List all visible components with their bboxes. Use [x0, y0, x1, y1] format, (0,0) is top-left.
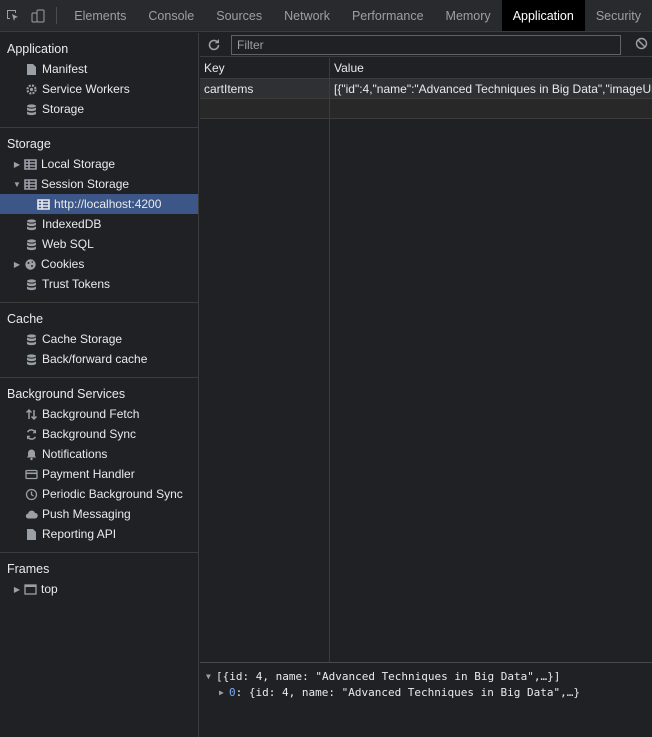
tab-console[interactable]: Console — [137, 0, 205, 31]
expand-arrow-icon[interactable]: ▶ — [11, 260, 23, 269]
section-frames: Frames ▶ top — [0, 553, 198, 607]
preview-entry-value: : {id: 4, name: "Advanced Techniques in … — [235, 685, 580, 699]
section-title: Background Services — [7, 387, 126, 401]
sidebar-item-cookies[interactable]: ▶ Cookies — [0, 254, 198, 274]
sync-icon — [24, 427, 38, 441]
tab-performance[interactable]: Performance — [341, 0, 435, 31]
sidebar-item-service-workers[interactable]: Service Workers — [0, 79, 198, 99]
database-icon — [24, 332, 38, 346]
database-icon — [24, 352, 38, 366]
storage-table: Key Value cartItems [{"id":4,"name":"Adv… — [200, 58, 652, 695]
sidebar-item-reporting-api[interactable]: Reporting API — [0, 524, 198, 544]
value-preview-pane: ▼ [{id: 4, name: "Advanced Techniques in… — [200, 662, 652, 737]
column-divider[interactable] — [329, 58, 330, 695]
filter-input[interactable] — [231, 34, 621, 55]
row-value: [{"id":4,"name":"Advanced Techniques in … — [334, 81, 652, 96]
table-icon — [23, 177, 37, 191]
section-application: Application Manifest Service Workers Sto… — [0, 33, 198, 128]
sidebar-item-payment-handler[interactable]: Payment Handler — [0, 464, 198, 484]
section-background-services: Background Services Background Fetch Bac… — [0, 378, 198, 553]
collapse-arrow-icon[interactable]: ▼ — [206, 672, 216, 681]
expand-arrow-icon[interactable]: ▶ — [11, 585, 23, 594]
sidebar-item-background-sync[interactable]: Background Sync — [0, 424, 198, 444]
tab-elements[interactable]: Elements — [63, 0, 137, 31]
storage-toolbar — [200, 33, 652, 57]
device-toolbar-icon[interactable] — [25, 0, 50, 31]
table-header: Key Value — [200, 58, 652, 79]
tab-sources[interactable]: Sources — [205, 0, 273, 31]
database-icon — [24, 277, 38, 291]
database-icon — [24, 237, 38, 251]
table-row-empty[interactable] — [200, 99, 652, 119]
tab-security[interactable]: Security — [585, 0, 652, 31]
column-header-key[interactable]: Key — [200, 58, 330, 78]
sidebar-item-frame-top[interactable]: ▶ top — [0, 579, 198, 599]
bell-icon — [24, 447, 38, 461]
section-title: Frames — [7, 562, 50, 576]
table-icon — [23, 157, 37, 171]
section-storage: Storage ▶ Local Storage ▼ Session Storag… — [0, 128, 198, 303]
column-header-value[interactable]: Value — [330, 58, 652, 78]
tab-application[interactable]: Application — [501, 0, 585, 31]
refresh-icon[interactable] — [200, 38, 228, 52]
credit-card-icon — [24, 467, 38, 481]
tab-network[interactable]: Network — [273, 0, 341, 31]
up-down-arrows-icon — [24, 407, 38, 421]
sidebar-item-manifest[interactable]: Manifest — [0, 59, 198, 79]
sidebar-item-cache-storage[interactable]: Cache Storage — [0, 329, 198, 349]
devtools-tabbar: Elements Console Sources Network Perform… — [0, 0, 652, 32]
expand-arrow-icon[interactable]: ▶ — [11, 160, 23, 169]
table-icon — [36, 197, 50, 211]
preview-entry[interactable]: ▶ 0 : {id: 4, name: "Advanced Techniques… — [200, 684, 652, 700]
tab-memory[interactable]: Memory — [435, 0, 502, 31]
collapse-arrow-icon[interactable]: ▼ — [11, 180, 23, 189]
empty-cell — [330, 99, 652, 118]
gear-icon — [24, 82, 38, 96]
cloud-icon — [24, 507, 38, 521]
empty-cell — [200, 99, 330, 118]
database-icon — [24, 217, 38, 231]
sidebar-item-bfcache[interactable]: Back/forward cache — [0, 349, 198, 369]
expand-arrow-icon[interactable]: ▶ — [219, 688, 229, 697]
preview-root-text: [{id: 4, name: "Advanced Techniques in B… — [216, 669, 561, 683]
sidebar-item-notifications[interactable]: Notifications — [0, 444, 198, 464]
inspect-element-icon[interactable] — [0, 0, 25, 31]
file-icon — [24, 62, 38, 76]
sidebar-item-push-messaging[interactable]: Push Messaging — [0, 504, 198, 524]
section-title: Storage — [7, 137, 51, 151]
sidebar-item-local-storage[interactable]: ▶ Local Storage — [0, 154, 198, 174]
preview-root[interactable]: ▼ [{id: 4, name: "Advanced Techniques in… — [200, 668, 652, 684]
sidebar-item-session-storage[interactable]: ▼ Session Storage — [0, 174, 198, 194]
sidebar-item-periodic-sync[interactable]: Periodic Background Sync — [0, 484, 198, 504]
table-row[interactable]: cartItems [{"id":4,"name":"Advanced Tech… — [200, 79, 652, 99]
section-cache: Cache Cache Storage Back/forward cache — [0, 303, 198, 378]
storage-viewer: Key Value cartItems [{"id":4,"name":"Adv… — [200, 33, 652, 737]
toolbar-divider — [56, 7, 58, 24]
preview-entry-key: 0 — [229, 685, 236, 699]
sidebar-item-background-fetch[interactable]: Background Fetch — [0, 404, 198, 424]
clear-all-icon[interactable] — [635, 37, 648, 53]
row-key: cartItems — [204, 81, 254, 96]
section-title: Cache — [7, 312, 44, 326]
section-title: Application — [7, 42, 69, 56]
file-icon — [24, 527, 38, 541]
clock-icon — [24, 487, 38, 501]
cookie-icon — [23, 257, 37, 271]
sidebar-item-indexeddb[interactable]: IndexedDB — [0, 214, 198, 234]
application-sidebar: Application Manifest Service Workers Sto… — [0, 33, 199, 737]
sidebar-item-trust-tokens[interactable]: Trust Tokens — [0, 274, 198, 294]
window-icon — [23, 582, 37, 596]
sidebar-item-websql[interactable]: Web SQL — [0, 234, 198, 254]
sidebar-item-session-localhost[interactable]: http://localhost:4200 — [0, 194, 198, 214]
sidebar-item-storage[interactable]: Storage — [0, 99, 198, 119]
database-icon — [24, 102, 38, 116]
